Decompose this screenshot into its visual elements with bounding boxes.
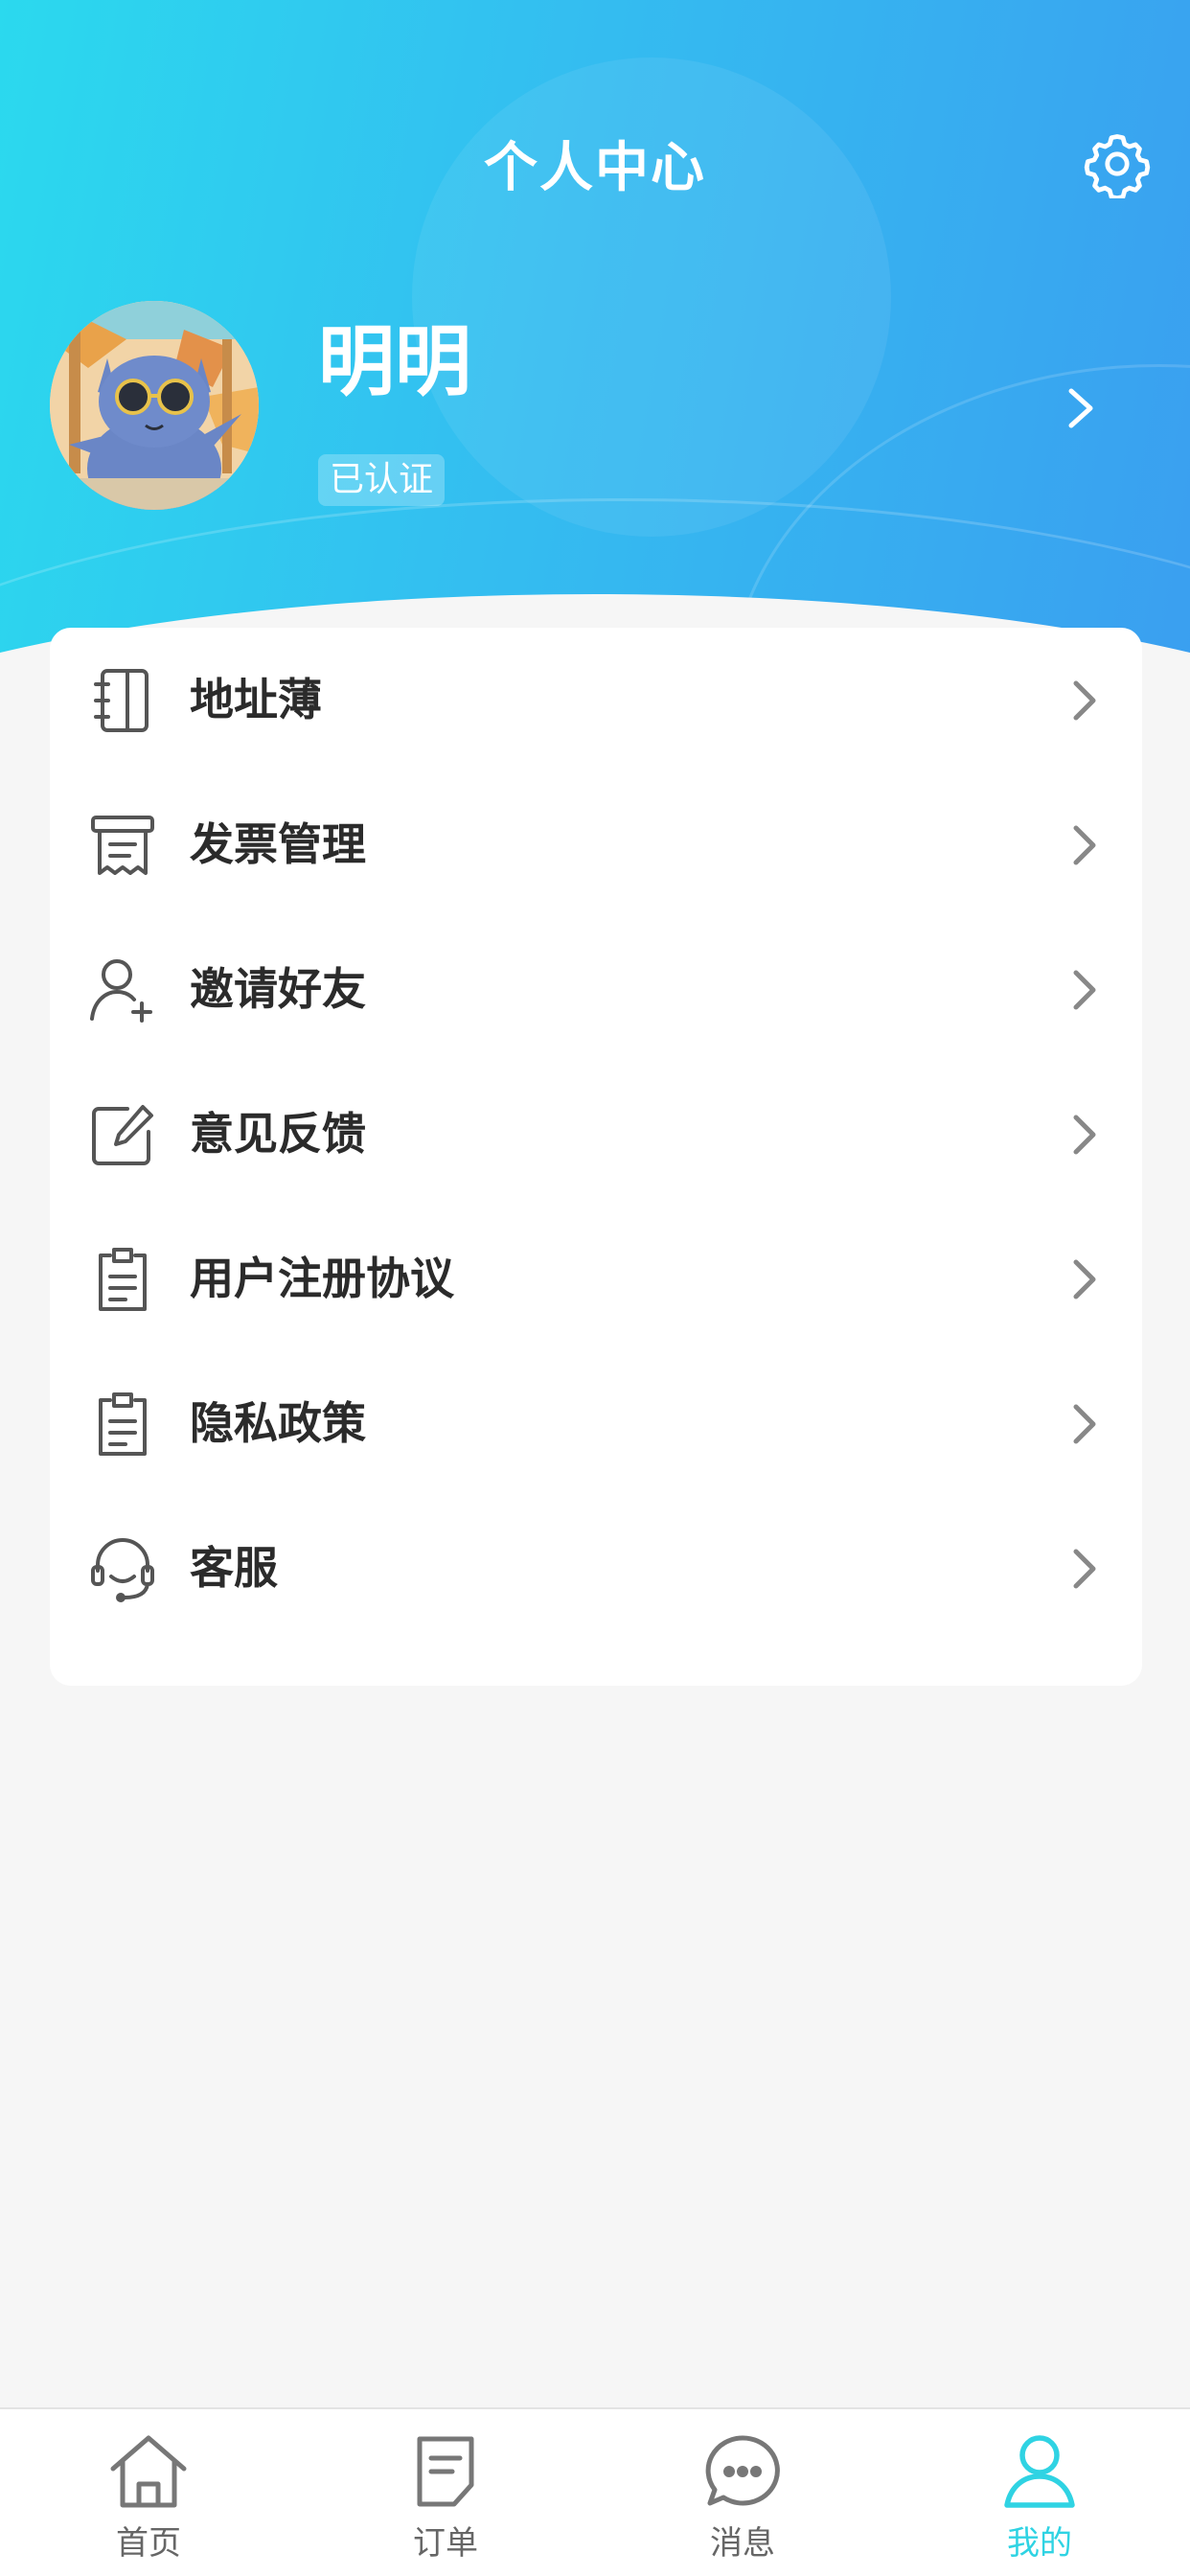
profile-header: 个人中心 明明 已认证 (0, 0, 1190, 690)
page-title: 个人中心 (484, 137, 706, 199)
chevron-right-icon (1065, 676, 1104, 725)
tab-orders[interactable]: 订单 (297, 2409, 594, 2576)
tab-label: 我的 (1007, 2524, 1072, 2563)
menu-card: 地址薄 发票管理 邀请好友 意见反馈 用户注册协议 隐私政策 客服 (50, 628, 1142, 1686)
message-icon (699, 2430, 786, 2513)
edit-feedback-icon (88, 1100, 157, 1169)
invoice-icon (88, 811, 157, 880)
settings-button[interactable] (1081, 127, 1154, 200)
bottom-tab-bar: 首页 订单 消息 我的 (0, 2407, 1190, 2576)
menu-item-invite-friends[interactable]: 邀请好友 (50, 917, 1142, 1062)
gear-icon (1084, 134, 1151, 198)
menu-item-customer-service[interactable]: 客服 (50, 1496, 1142, 1641)
tab-label: 首页 (116, 2524, 181, 2563)
chevron-right-icon (1065, 1399, 1104, 1449)
clipboard-icon (88, 1245, 157, 1314)
add-user-icon (88, 955, 157, 1024)
verified-badge: 已认证 (318, 454, 446, 506)
chevron-right-icon (1065, 1254, 1104, 1304)
chevron-right-icon (1065, 965, 1104, 1015)
tab-label: 订单 (413, 2524, 478, 2563)
address-book-icon (88, 666, 157, 735)
menu-item-privacy-policy[interactable]: 隐私政策 (50, 1351, 1142, 1496)
headset-icon (88, 1534, 157, 1603)
menu-item-user-agreement[interactable]: 用户注册协议 (50, 1207, 1142, 1351)
menu-item-label: 用户注册协议 (190, 1253, 454, 1304)
menu-item-label: 发票管理 (190, 818, 366, 870)
chevron-right-icon (1065, 1110, 1104, 1160)
menu-item-feedback[interactable]: 意见反馈 (50, 1062, 1142, 1207)
menu-item-address-book[interactable]: 地址薄 (50, 628, 1142, 772)
menu-item-label: 邀请好友 (190, 963, 366, 1015)
home-icon (105, 2430, 192, 2513)
avatar[interactable] (50, 301, 259, 510)
menu-item-label: 客服 (190, 1542, 278, 1594)
tab-messages[interactable]: 消息 (594, 2409, 891, 2576)
profile-chevron-right-icon[interactable] (1060, 381, 1102, 435)
user-name[interactable]: 明明 (318, 316, 471, 408)
tab-home[interactable]: 首页 (0, 2409, 297, 2576)
chevron-right-icon (1065, 820, 1104, 870)
tab-mine[interactable]: 我的 (891, 2409, 1188, 2576)
clipboard-icon (88, 1390, 157, 1459)
profile-page: 个人中心 明明 已认证 地址薄 发票管理 邀请好友 意见反馈 用户注册协议 隐私… (0, 0, 1190, 2576)
menu-item-invoice[interactable]: 发票管理 (50, 772, 1142, 917)
menu-item-label: 地址薄 (190, 674, 322, 725)
chevron-right-icon (1065, 1544, 1104, 1594)
menu-item-label: 隐私政策 (190, 1397, 366, 1449)
tab-label: 消息 (710, 2524, 775, 2563)
user-icon (996, 2430, 1083, 2513)
menu-item-label: 意见反馈 (190, 1108, 366, 1160)
cat-with-sunglasses-avatar (50, 301, 259, 510)
order-icon (402, 2430, 489, 2513)
